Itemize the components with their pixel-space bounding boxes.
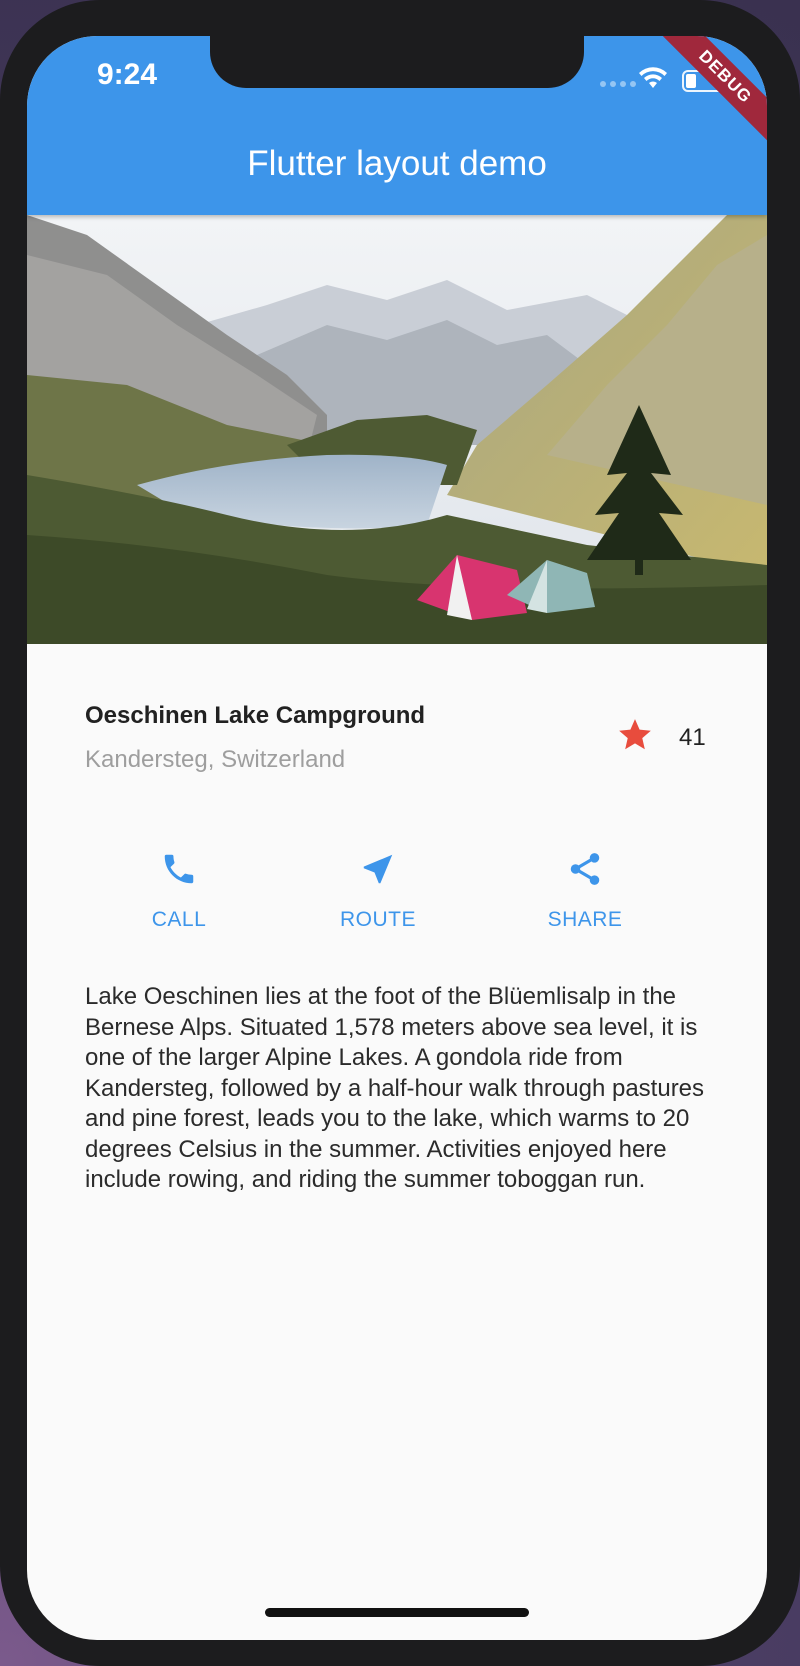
title-section: Oeschinen Lake Campground Kandersteg, Sw…: [85, 702, 725, 792]
app-bar-title: Flutter layout demo: [247, 144, 547, 183]
navigation-icon: [363, 854, 393, 884]
button-section: CALL ROUTE SHARE: [27, 844, 767, 954]
app-bar: 9:24 Flutter layout demo: [27, 36, 767, 215]
description-text: Lake Oeschinen lies at the foot of the B…: [85, 983, 705, 1193]
wifi-icon: [639, 67, 667, 88]
share-label: SHARE: [547, 908, 623, 931]
hero-image: [27, 215, 767, 644]
cellular-signal-icon: [600, 81, 636, 87]
call-label: CALL: [151, 908, 207, 931]
place-location: Kandersteg, Switzerland: [85, 746, 346, 773]
place-name: Oeschinen Lake Campground: [85, 702, 426, 729]
call-button[interactable]: CALL: [99, 844, 259, 932]
route-label: ROUTE: [340, 908, 416, 931]
landscape-illustration: [27, 215, 767, 644]
star-icon[interactable]: [615, 716, 655, 754]
phone-icon: [164, 854, 194, 884]
home-indicator[interactable]: [265, 1608, 529, 1617]
share-icon: [570, 853, 600, 885]
phone-frame: 9:24 Flutter layout demo DEBUG Oeschinen…: [0, 0, 800, 1666]
share-button[interactable]: SHARE: [505, 844, 665, 932]
rating-count: 41: [679, 724, 706, 751]
status-bar-time: 9:24: [97, 58, 158, 91]
app-screen: 9:24 Flutter layout demo DEBUG Oeschinen…: [27, 36, 767, 1640]
device-notch: [210, 36, 584, 88]
route-button[interactable]: ROUTE: [298, 844, 458, 932]
